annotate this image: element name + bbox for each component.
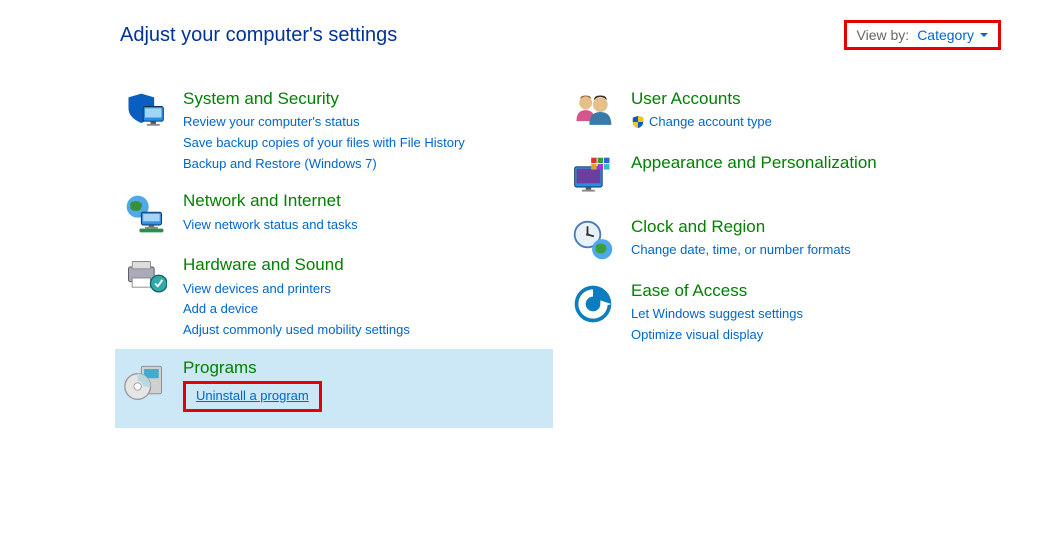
left-column: System and Security Review your computer… bbox=[115, 80, 553, 428]
category-network-internet[interactable]: Network and Internet View network status… bbox=[115, 182, 553, 246]
globe-network-icon bbox=[121, 190, 169, 238]
link-add-device[interactable]: Add a device bbox=[183, 301, 258, 316]
view-by-label: View by: bbox=[857, 27, 910, 43]
category-title[interactable]: Network and Internet bbox=[183, 190, 547, 212]
category-programs[interactable]: Programs Uninstall a program bbox=[115, 349, 553, 428]
personalization-icon bbox=[569, 152, 617, 200]
category-user-accounts[interactable]: User Accounts Change account type bbox=[563, 80, 1001, 144]
link-network-status[interactable]: View network status and tasks bbox=[183, 217, 358, 232]
ease-access-icon bbox=[569, 280, 617, 328]
link-review-status[interactable]: Review your computer's status bbox=[183, 114, 360, 129]
link-date-time-formats[interactable]: Change date, time, or number formats bbox=[631, 242, 851, 257]
category-title[interactable]: System and Security bbox=[183, 88, 547, 110]
category-title[interactable]: Hardware and Sound bbox=[183, 254, 547, 276]
right-column: User Accounts Change account type bbox=[563, 80, 1001, 428]
uac-shield-icon bbox=[631, 115, 645, 129]
category-appearance[interactable]: Appearance and Personalization bbox=[563, 144, 1001, 208]
link-optimize-display[interactable]: Optimize visual display bbox=[631, 327, 763, 342]
uninstall-highlight-box: Uninstall a program bbox=[183, 381, 322, 412]
view-by-dropdown[interactable]: Category bbox=[917, 27, 988, 43]
disc-box-icon bbox=[121, 357, 169, 405]
people-icon bbox=[569, 88, 617, 136]
link-change-account-type[interactable]: Change account type bbox=[649, 112, 772, 133]
shield-monitor-icon bbox=[121, 88, 169, 136]
printer-devices-icon bbox=[121, 254, 169, 302]
link-mobility-settings[interactable]: Adjust commonly used mobility settings bbox=[183, 322, 410, 337]
category-title[interactable]: Appearance and Personalization bbox=[631, 152, 995, 174]
category-title[interactable]: Programs bbox=[183, 357, 547, 379]
link-backup-restore[interactable]: Backup and Restore (Windows 7) bbox=[183, 156, 377, 171]
clock-globe-icon bbox=[569, 216, 617, 264]
categories-grid: System and Security Review your computer… bbox=[0, 60, 1041, 428]
category-title[interactable]: Ease of Access bbox=[631, 280, 995, 302]
link-devices-printers[interactable]: View devices and printers bbox=[183, 281, 331, 296]
view-by-highlight-box: View by: Category bbox=[844, 20, 1001, 50]
page-title: Adjust your computer's settings bbox=[120, 24, 397, 47]
link-file-history[interactable]: Save backup copies of your files with Fi… bbox=[183, 135, 465, 150]
category-clock-region[interactable]: Clock and Region Change date, time, or n… bbox=[563, 208, 1001, 272]
view-by-value: Category bbox=[917, 27, 974, 43]
category-hardware-sound[interactable]: Hardware and Sound View devices and prin… bbox=[115, 246, 553, 348]
category-title[interactable]: Clock and Region bbox=[631, 216, 995, 238]
link-windows-suggest[interactable]: Let Windows suggest settings bbox=[631, 306, 803, 321]
chevron-down-icon bbox=[980, 33, 988, 37]
category-system-security[interactable]: System and Security Review your computer… bbox=[115, 80, 553, 182]
category-title[interactable]: User Accounts bbox=[631, 88, 995, 110]
category-ease-of-access[interactable]: Ease of Access Let Windows suggest setti… bbox=[563, 272, 1001, 354]
link-uninstall-program[interactable]: Uninstall a program bbox=[196, 388, 309, 403]
